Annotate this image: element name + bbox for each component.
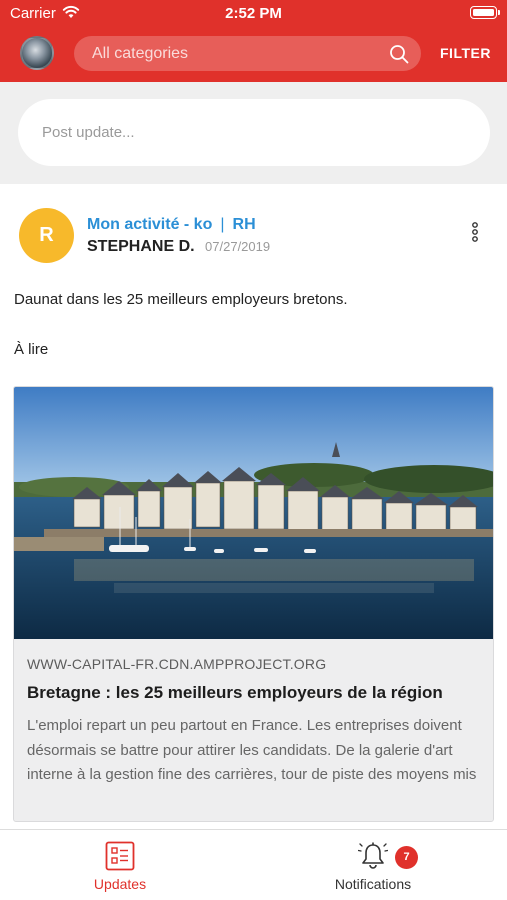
category-separator: |: [220, 216, 225, 233]
battery-icon: [470, 6, 500, 19]
post-category[interactable]: Mon activité - ko: [87, 216, 212, 233]
post-composer[interactable]: [18, 99, 490, 166]
link-title[interactable]: Bretagne : les 25 meilleurs employeurs d…: [27, 683, 482, 703]
filter-button[interactable]: FILTER: [440, 45, 491, 61]
category-search-input[interactable]: [92, 36, 372, 71]
notifications-badge: 7: [395, 846, 418, 869]
bell-icon: [358, 842, 388, 869]
post-text-secondary: À lire: [14, 341, 49, 358]
post-text: Daunat dans les 25 meilleurs employeurs …: [14, 291, 348, 308]
search-icon[interactable]: [389, 44, 409, 64]
link-description: L'emploi repart un peu partout en France…: [27, 717, 477, 783]
tab-updates-label: Updates: [93, 876, 147, 892]
user-avatar[interactable]: [20, 36, 54, 70]
post-date: 07/27/2019: [205, 239, 271, 254]
feed-post: R Mon activité - ko | RH STEPHANE D. 07/27…: [0, 184, 507, 829]
tab-notifications[interactable]: 7 Notifications: [313, 830, 433, 900]
tab-updates[interactable]: Updates: [60, 830, 180, 900]
post-author-line: STEPHANE D. 07/27/2019: [87, 238, 270, 256]
bottom-tab-bar: Updates 7 Notifications: [0, 829, 507, 900]
link-preview-image: [14, 387, 493, 639]
composer-area: [0, 82, 507, 184]
category-search[interactable]: [74, 36, 421, 71]
author-avatar[interactable]: R: [19, 208, 74, 263]
app-header: Carrier 2:52 PM FILTER: [0, 0, 507, 82]
post-category-line: Mon activité - ko | RH: [87, 216, 256, 234]
post-group[interactable]: RH: [233, 216, 256, 233]
status-bar: Carrier 2:52 PM: [0, 0, 507, 28]
updates-list-icon: [105, 841, 135, 871]
author-name[interactable]: STEPHANE D.: [87, 238, 195, 255]
more-vertical-icon[interactable]: [466, 221, 484, 243]
tab-notifications-label: Notifications: [334, 876, 412, 892]
post-update-input[interactable]: [42, 99, 462, 166]
link-domain: WWW-CAPITAL-FR.CDN.AMPPROJECT.ORG: [27, 656, 327, 672]
status-time: 2:52 PM: [225, 5, 282, 22]
link-preview-card[interactable]: WWW-CAPITAL-FR.CDN.AMPPROJECT.ORG Bretag…: [13, 386, 494, 822]
